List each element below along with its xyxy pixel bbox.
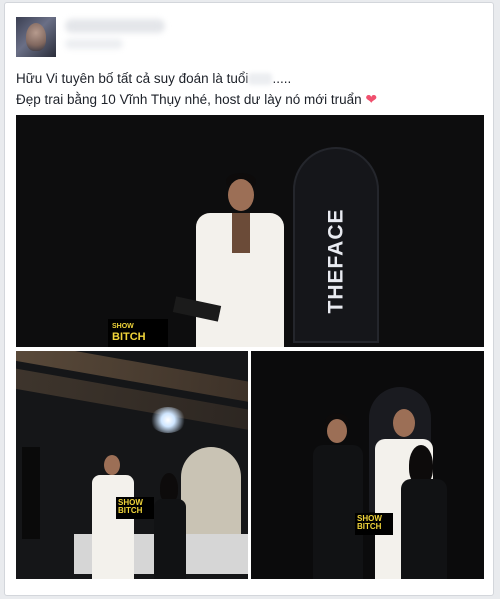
show-logo: SHOW BITCH xyxy=(355,513,393,535)
post-text-line-2: Đẹp trai bằng 10 Vĩnh Thụy nhé, host dư … xyxy=(16,91,378,107)
stylist-figure xyxy=(307,413,367,579)
makeup-artist-figure xyxy=(152,473,188,579)
assistant-figure xyxy=(397,445,449,579)
post-photo-1[interactable]: THEFACE SHOW BITCH xyxy=(16,115,484,347)
stage-light xyxy=(150,407,186,433)
post-text: Hữu Vi tuyên bố tất cả suy đoán là tuổi.… xyxy=(16,69,486,110)
author-avatar[interactable] xyxy=(16,17,56,57)
author-name-redacted[interactable] xyxy=(65,19,165,33)
board-logo-text: THEFACE xyxy=(324,208,348,314)
side-banner xyxy=(22,447,40,539)
show-logo: SHOW BITCH xyxy=(108,319,168,347)
arched-backdrop xyxy=(181,447,241,542)
facebook-post-card: Hữu Vi tuyên bố tất cả suy đoán là tuổi.… xyxy=(4,2,494,596)
post-photo-2[interactable]: SHOW BITCH xyxy=(16,351,248,579)
post-photo-3[interactable]: SHOW BITCH xyxy=(251,351,484,579)
post-text-line-1: Hữu Vi tuyên bố tất cả suy đoán là tuổi.… xyxy=(16,71,292,86)
heart-icon: ❤ xyxy=(365,91,378,107)
show-logo: SHOW BITCH xyxy=(116,497,154,519)
post-timestamp-redacted[interactable] xyxy=(65,39,123,49)
redacted-age xyxy=(248,73,273,85)
host-figure xyxy=(188,173,288,347)
